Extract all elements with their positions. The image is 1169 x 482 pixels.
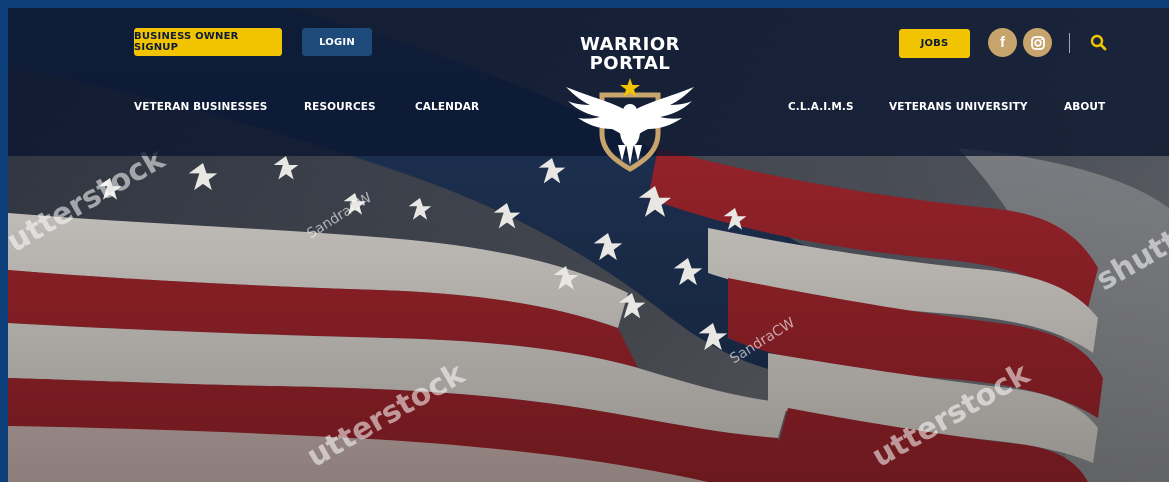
logo-line-portal: PORTAL [589,53,671,74]
header-divider [1069,33,1070,53]
eagle-emblem-logo[interactable] [556,73,704,178]
nav-veteran-businesses[interactable]: VETERAN BUSINESSES [134,101,267,113]
nav-calendar[interactable]: CALENDAR [415,101,479,113]
instagram-icon[interactable] [1023,28,1052,57]
nav-about[interactable]: ABOUT [1064,101,1105,113]
login-button[interactable]: LOGIN [302,28,372,56]
nav-claims[interactable]: C.L.A.I.M.S [788,101,854,113]
site-logo-text[interactable]: WARRIOR PORTAL [556,35,704,73]
nav-veterans-university[interactable]: VETERANS UNIVERSITY [889,101,1028,113]
nav-resources[interactable]: RESOURCES [304,101,376,113]
business-owner-signup-button[interactable]: BUSINESS OWNER SIGNUP [134,28,282,56]
eagle-icon [566,78,694,172]
search-icon[interactable] [1088,32,1110,54]
site-header: BUSINESS OWNER SIGNUP LOGIN VETERAN BUSI… [8,8,1169,172]
logo-line-warrior: WARRIOR [579,34,681,55]
jobs-button[interactable]: JOBS [899,29,970,58]
page-frame: utterstock SandraCW SandraCW utterstock … [8,8,1169,482]
facebook-icon[interactable]: f [988,28,1017,57]
